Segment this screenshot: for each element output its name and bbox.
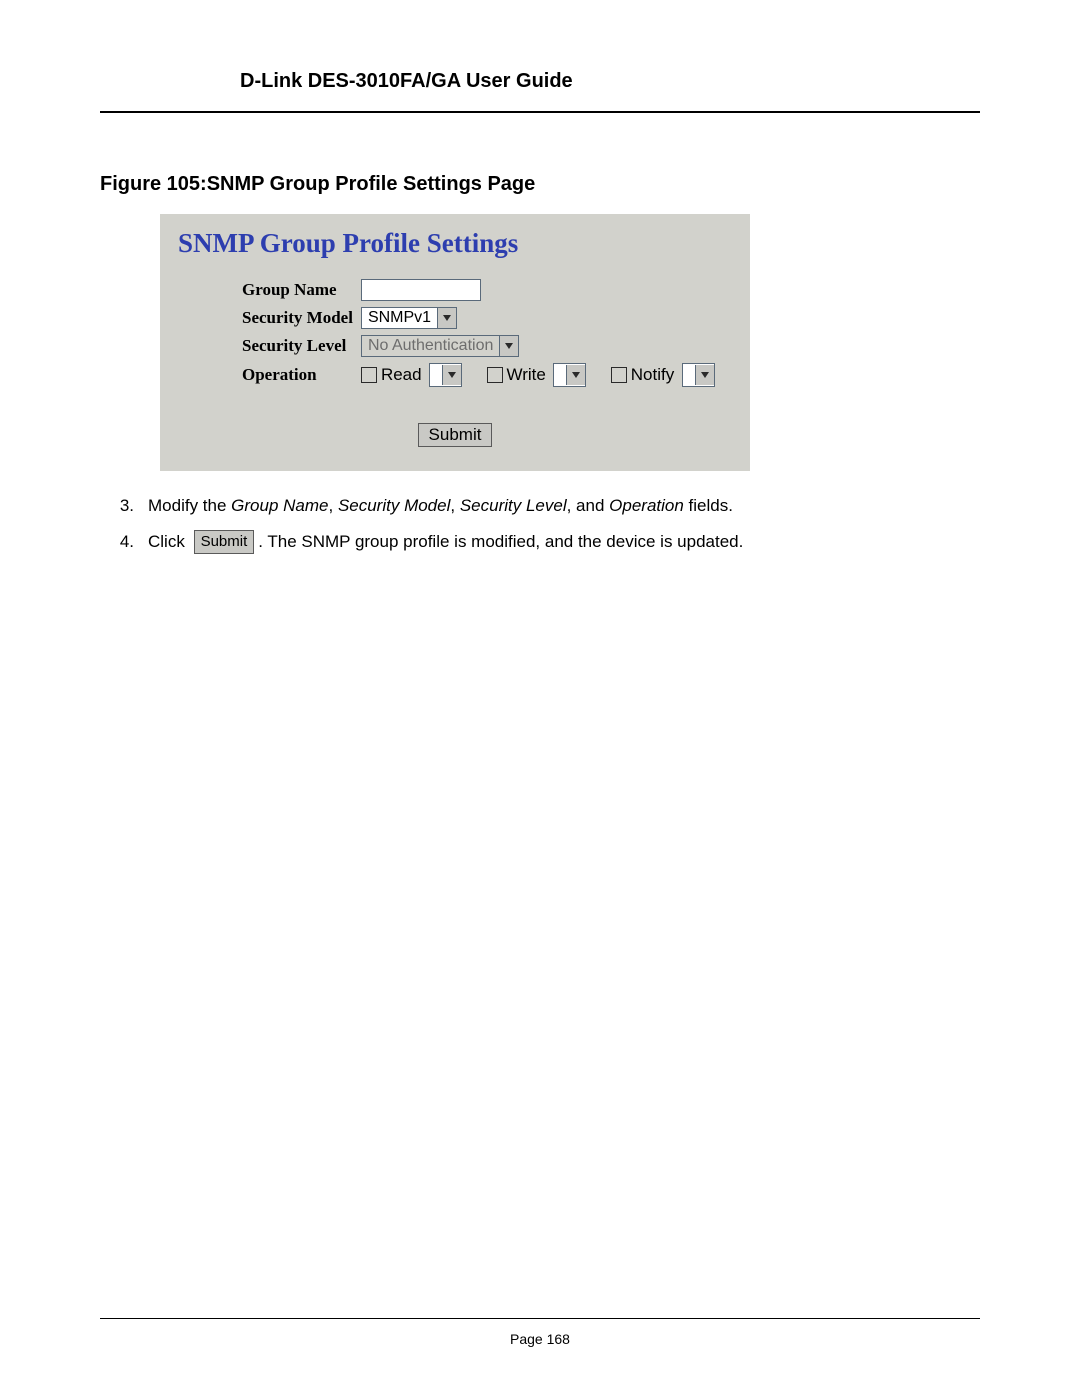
read-label: Read (381, 365, 422, 384)
step-3: 3. Modify the Group Name, Security Model… (100, 493, 980, 519)
dropdown-button[interactable] (442, 365, 461, 385)
dropdown-button[interactable] (437, 308, 456, 328)
write-checkbox[interactable] (487, 367, 503, 383)
security-model-value: SNMPv1 (362, 309, 437, 327)
notify-select[interactable] (682, 363, 715, 387)
step-text: Modify the Group Name, Security Model, S… (148, 493, 980, 519)
dropdown-button[interactable] (695, 365, 714, 385)
dropdown-button[interactable] (499, 336, 518, 356)
header-rule (100, 111, 980, 113)
chevron-down-icon (505, 343, 513, 349)
panel-title: SNMP Group Profile Settings (178, 228, 732, 259)
settings-form: Group Name Security Model SNMPv1 Securit… (238, 273, 719, 393)
security-model-select[interactable]: SNMPv1 (361, 307, 457, 329)
submit-button[interactable]: Submit (418, 423, 493, 447)
doc-header-title: D-Link DES-3010FA/GA User Guide (240, 70, 980, 93)
read-select[interactable] (429, 363, 462, 387)
notify-checkbox[interactable] (611, 367, 627, 383)
step-number: 4. (100, 529, 148, 555)
dropdown-button[interactable] (566, 365, 585, 385)
step-4: 4. Click Submit. The SNMP group profile … (100, 529, 980, 555)
security-level-select[interactable]: No Authentication (361, 335, 519, 357)
figure-caption: Figure 105:SNMP Group Profile Settings P… (100, 173, 980, 196)
chevron-down-icon (443, 315, 451, 321)
step-text: Click Submit. The SNMP group profile is … (148, 529, 980, 555)
label-security-level: Security Level (238, 335, 357, 357)
label-security-model: Security Model (238, 307, 357, 329)
write-select[interactable] (553, 363, 586, 387)
page-footer: Page 168 (100, 1318, 980, 1347)
chevron-down-icon (701, 372, 709, 378)
read-checkbox[interactable] (361, 367, 377, 383)
chevron-down-icon (572, 372, 580, 378)
label-operation: Operation (238, 363, 357, 387)
chevron-down-icon (448, 372, 456, 378)
label-group-name: Group Name (238, 279, 357, 301)
step-number: 3. (100, 493, 148, 519)
footer-rule (100, 1318, 980, 1319)
notify-label: Notify (631, 365, 674, 384)
page-number: Page 168 (100, 1331, 980, 1347)
inline-submit-button: Submit (194, 530, 255, 555)
security-level-value: No Authentication (362, 337, 499, 355)
instruction-list: 3. Modify the Group Name, Security Model… (100, 493, 980, 554)
write-label: Write (507, 365, 546, 384)
group-name-input[interactable] (361, 279, 481, 301)
snmp-settings-panel: SNMP Group Profile Settings Group Name S… (160, 214, 750, 471)
